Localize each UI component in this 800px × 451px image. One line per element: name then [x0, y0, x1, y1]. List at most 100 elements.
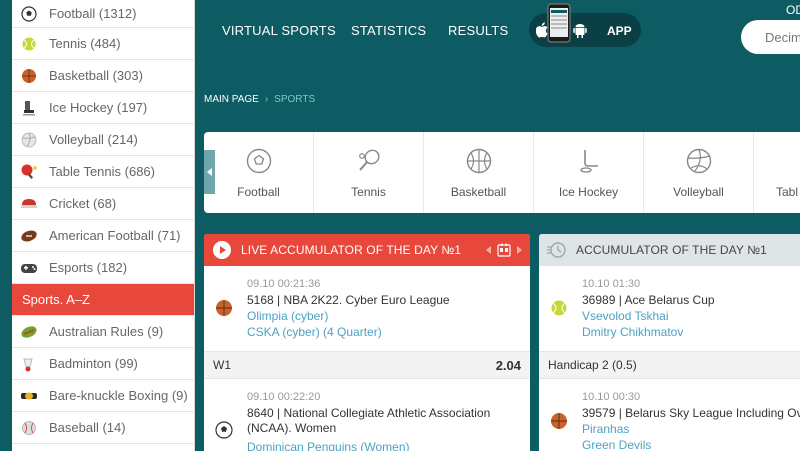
sidebar-item-label: American Football (71): [49, 228, 181, 243]
nav-statistics[interactable]: STATISTICS: [351, 23, 426, 38]
event-league: 8640 | National Collegiate Athletic Asso…: [247, 406, 491, 435]
event-league: 5168 | NBA 2K22. Cyber Euro League: [247, 293, 450, 307]
sport-tile-table-tennis[interactable]: Tabl: [754, 132, 800, 213]
sidebar-item-label: Table Tennis (686): [49, 164, 155, 179]
sidebar-item-esports[interactable]: Esports (182): [12, 252, 194, 284]
sidebar-item-volleyball[interactable]: Volleyball (214): [12, 124, 194, 156]
sidebar-item-ice-hockey[interactable]: Ice Hockey (197): [12, 92, 194, 124]
accumulator-event[interactable]: 10.10 01:30 36989 | Ace Belarus Cup Vsev…: [539, 266, 800, 351]
event-league: 39579 | Belarus Sky League Including Ov: [582, 406, 800, 420]
sport-tile-label: Tennis: [351, 185, 386, 199]
bet-row[interactable]: Handicap 2 (0.5): [539, 351, 800, 379]
event-team-away[interactable]: Dmitry Chikhmatov: [582, 325, 683, 339]
sidebar-az-label: Sports. A–Z: [22, 292, 90, 307]
odds-format-value: Decim: [765, 30, 800, 45]
sport-tile-volleyball[interactable]: Volleyball: [644, 132, 754, 213]
sidebar-item-label: Tennis (484): [49, 36, 121, 51]
accumulator-event[interactable]: 10.10 00:30 39579 | Belarus Sky League I…: [539, 379, 800, 451]
sidebar-item-label: Bare-knuckle Boxing (9): [49, 388, 188, 403]
event-team-home[interactable]: Piranhas: [582, 422, 629, 436]
sidebar-item-label: Australian Rules (9): [49, 324, 164, 339]
breadcrumb-separator: ›: [264, 94, 269, 105]
breadcrumb-main-page[interactable]: MAIN PAGE: [204, 94, 259, 105]
play-icon: [212, 240, 232, 260]
nav-results[interactable]: RESULTS: [448, 23, 508, 38]
top-navigation: VIRTUAL SPORTS STATISTICS RESULTS APP OD…: [204, 0, 800, 60]
card-nav: [486, 243, 522, 257]
sidebar-item-label: Badminton (99): [49, 356, 138, 371]
accumulator-title: ACCUMULATOR OF THE DAY №1: [576, 243, 767, 257]
sport-tile-football[interactable]: Football: [204, 132, 314, 213]
gamepad-icon: [20, 259, 38, 277]
volleyball-icon: [644, 148, 753, 179]
event-team-home[interactable]: Dominican Penguins (Women): [247, 440, 410, 451]
chevron-right-icon[interactable]: [517, 246, 522, 254]
sport-tile-label: Volleyball: [673, 185, 724, 199]
cricket-icon: [20, 195, 38, 213]
sidebar-item-australian-rules[interactable]: Australian Rules (9): [12, 316, 194, 348]
shuttlecock-icon: [20, 355, 38, 373]
sidebar-item-label: Ice Hockey (197): [49, 100, 148, 115]
event-time: 09.10 00:22:20: [247, 391, 321, 403]
bet-row[interactable]: W1 2.04: [204, 351, 530, 379]
sport-tile-label: Football: [237, 185, 280, 199]
chevron-left-icon[interactable]: [486, 246, 491, 254]
tennis-racket-icon: [314, 148, 423, 179]
accumulator-event[interactable]: 09.10 00:21:36 5168 | NBA 2K22. Cyber Eu…: [204, 266, 530, 351]
american-football-icon: [20, 227, 38, 245]
scoreboard-icon[interactable]: [497, 243, 511, 257]
sidebar-item-bare-knuckle-boxing[interactable]: Bare-knuckle Boxing (9): [12, 380, 194, 412]
breadcrumb: MAIN PAGE › SPORTS: [204, 94, 315, 105]
basketball-icon: [424, 148, 533, 179]
nav-virtual-sports[interactable]: VIRTUAL SPORTS: [222, 23, 336, 38]
app-label: APP: [607, 24, 632, 38]
sidebar-item-american-football[interactable]: American Football (71): [12, 220, 194, 252]
sport-tile-basketball[interactable]: Basketball: [424, 132, 534, 213]
event-team-away[interactable]: Green Devils: [582, 438, 651, 451]
event-time: 10.10 01:30: [582, 278, 641, 290]
sidebar-item-baseball[interactable]: Baseball (14): [12, 412, 194, 444]
sidebar-item-tennis[interactable]: Tennis (484): [12, 28, 194, 60]
table-tennis-icon: [20, 163, 38, 181]
football-icon: [204, 148, 313, 179]
sidebar-sports-az[interactable]: Sports. A–Z: [12, 284, 194, 316]
baseball-icon: [20, 419, 38, 437]
odds-format-select[interactable]: Decim: [741, 20, 800, 54]
event-team-home[interactable]: Vsevolod Tskhai: [582, 309, 669, 323]
sidebar-item-label: Cricket (68): [49, 196, 117, 211]
basketball-icon: [215, 299, 233, 322]
event-team-home[interactable]: Olimpia (cyber): [247, 309, 328, 323]
bet-type: Handicap 2 (0.5): [548, 358, 637, 372]
bet-odd[interactable]: 2.04: [496, 358, 521, 373]
event-team-away[interactable]: CSKA (cyber) (4 Quarter): [247, 325, 382, 339]
sports-carousel: Football Tennis Basketball Ice Hockey Vo…: [204, 132, 800, 213]
bet-type: W1: [213, 358, 231, 372]
sidebar-item-table-tennis[interactable]: Table Tennis (686): [12, 156, 194, 188]
sport-tile-ice-hockey[interactable]: Ice Hockey: [534, 132, 644, 213]
live-accumulator-card: LIVE ACCUMULATOR OF THE DAY №1 09.10 00:…: [204, 234, 530, 451]
boxing-belt-icon: [20, 387, 38, 405]
app-download-button[interactable]: APP: [529, 3, 641, 47]
sport-tile-tennis[interactable]: Tennis: [314, 132, 424, 213]
basketball-icon: [20, 67, 38, 85]
sidebar-item-cricket[interactable]: Cricket (68): [12, 188, 194, 220]
clock-history-icon: [547, 240, 567, 260]
australian-rules-icon: [20, 323, 38, 341]
ice-hockey-icon: [20, 99, 38, 117]
basketball-icon: [550, 412, 568, 435]
sidebar-item-label: Basketball (303): [49, 68, 143, 83]
sport-tile-label: Tabl: [776, 185, 799, 199]
sidebar-item-label: Esports (182): [49, 260, 128, 275]
sidebar-item-label: Volleyball (214): [49, 132, 138, 147]
sidebar-item-basketball[interactable]: Basketball (303): [12, 60, 194, 92]
event-time: 10.10 00:30: [582, 391, 641, 403]
ice-hockey-stick-icon: [534, 148, 643, 179]
sports-list: Football (1312) Tennis (484) Basketball …: [12, 0, 195, 451]
phone-icon: [547, 3, 571, 48]
accumulator-event[interactable]: 09.10 00:22:20 8640 | National Collegiat…: [204, 379, 530, 451]
sport-tile-label: Ice Hockey: [558, 185, 619, 199]
odds-format-label: OD: [786, 3, 800, 17]
sidebar-item-football[interactable]: Football (1312): [12, 0, 194, 28]
accumulator-header: ACCUMULATOR OF THE DAY №1: [539, 234, 800, 266]
sidebar-item-badminton[interactable]: Badminton (99): [12, 348, 194, 380]
